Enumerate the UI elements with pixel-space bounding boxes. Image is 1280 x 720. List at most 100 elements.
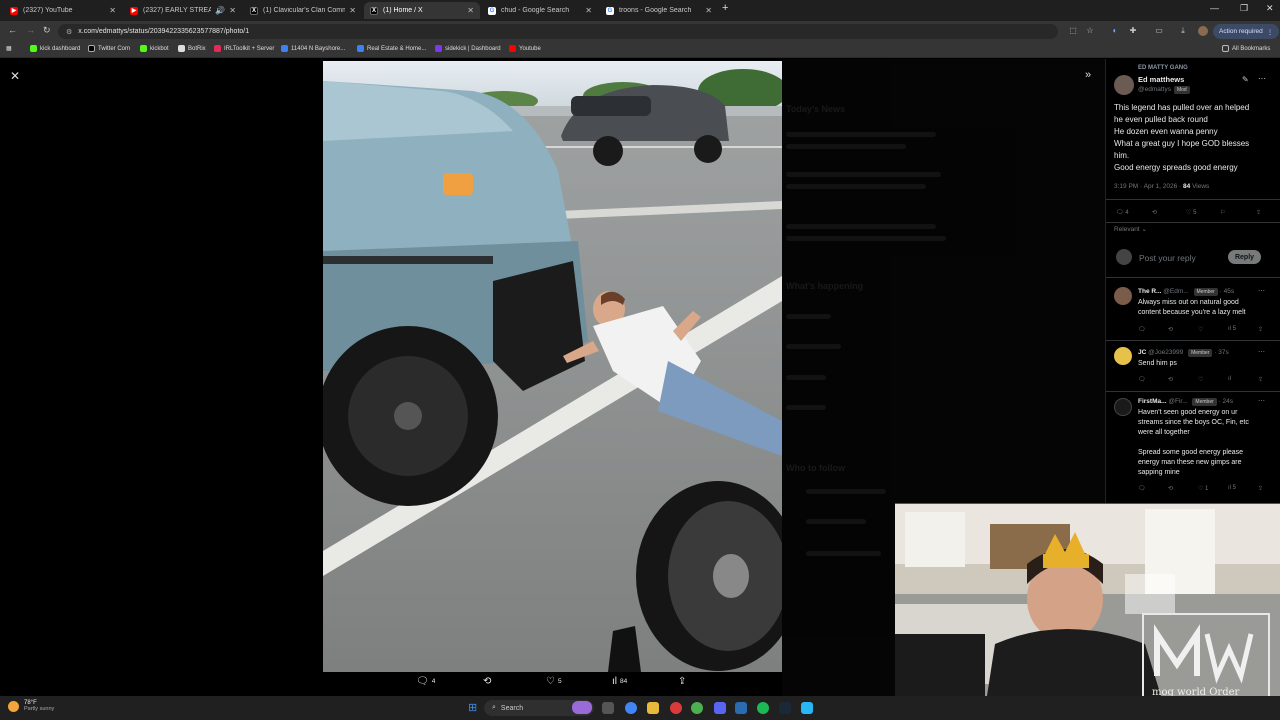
reply-icon[interactable]: 🗨: [1138, 376, 1146, 383]
more-options-icon[interactable]: ⋯: [1258, 397, 1265, 405]
reply-action[interactable]: 🗨 4: [416, 676, 435, 687]
repost-icon[interactable]: ⟲: [1168, 485, 1173, 492]
avatar[interactable]: [1114, 75, 1134, 95]
apps-icon[interactable]: ▦: [6, 45, 12, 52]
app-icon[interactable]: [801, 702, 813, 714]
address-bar[interactable]: ⚙ x.com/edmattys/status/2039422335623577…: [58, 24, 1058, 39]
maximize-icon[interactable]: ❐: [1240, 3, 1248, 14]
sort-dropdown[interactable]: Relevant ⌄: [1114, 225, 1147, 233]
tab-chud-search[interactable]: G chud - Google Search ✕: [482, 2, 598, 19]
avatar[interactable]: [1114, 287, 1132, 305]
repost-icon[interactable]: ⟲: [1168, 326, 1173, 333]
reply-button[interactable]: 🗨 4: [1116, 209, 1141, 216]
back-icon[interactable]: ←: [8, 25, 17, 35]
close-tab-icon[interactable]: ✕: [705, 6, 712, 15]
close-window-icon[interactable]: ✕: [1266, 3, 1274, 14]
spotify-icon[interactable]: [757, 702, 769, 714]
close-icon[interactable]: ✕: [10, 69, 20, 83]
bookmark-star-icon[interactable]: ☆: [1085, 26, 1095, 36]
file-explorer-icon[interactable]: [647, 702, 659, 714]
minimize-icon[interactable]: —: [1210, 3, 1219, 13]
share-icon[interactable]: ⇪: [1258, 485, 1263, 492]
edit-icon[interactable]: ✎: [1242, 75, 1249, 84]
windows-start-icon[interactable]: ⊞: [468, 701, 480, 714]
all-bookmarks[interactable]: All Bookmarks: [1222, 45, 1270, 52]
share-icon[interactable]: ⇪: [1258, 376, 1263, 383]
more-options-icon[interactable]: ⋯: [1258, 348, 1265, 356]
reply-input[interactable]: Post your reply: [1139, 253, 1196, 263]
tab-early-stream[interactable]: ▶ (2327) EARLY STREAM! - Yo 🔊 ✕: [124, 2, 242, 19]
forward-icon[interactable]: →: [26, 25, 35, 35]
bookmark-youtube[interactable]: Youtube: [509, 45, 541, 52]
post-photo[interactable]: [323, 61, 782, 672]
reply-author[interactable]: JC: [1138, 349, 1146, 356]
weather-widget[interactable]: 78°F Partly sunny: [8, 700, 54, 712]
install-icon[interactable]: ⬚: [1068, 26, 1078, 36]
app-icon[interactable]: [670, 702, 682, 714]
views-action[interactable]: ıl 84: [612, 676, 627, 687]
bookmark-bayshore[interactable]: 11404 N Bayshore...: [281, 45, 345, 52]
discord-icon[interactable]: [714, 702, 726, 714]
close-tab-icon[interactable]: ✕: [229, 6, 236, 15]
task-view-icon[interactable]: [602, 702, 614, 714]
repost-button[interactable]: ⟲: [1152, 209, 1157, 216]
bookmark-kick-dashboard[interactable]: kick dashboard: [30, 45, 80, 52]
close-tab-icon[interactable]: ✕: [109, 6, 116, 15]
repost-action[interactable]: ⟲: [483, 676, 494, 687]
author-handle[interactable]: @edmattys: [1138, 86, 1171, 93]
tab-youtube[interactable]: ▶ (2327) YouTube ✕: [4, 2, 122, 19]
browser-icon[interactable]: [691, 702, 703, 714]
speaker-icon[interactable]: 🔊: [215, 6, 225, 15]
repost-icon[interactable]: ⟲: [1168, 376, 1173, 383]
reply-submit-button[interactable]: Reply: [1228, 250, 1261, 264]
download-icon[interactable]: ⤓: [1178, 26, 1188, 36]
like-button[interactable]: ♡ 5: [1186, 209, 1211, 216]
close-tab-icon[interactable]: ✕: [467, 6, 474, 15]
tab-home-x[interactable]: X (1) Home / X ✕: [364, 2, 480, 19]
reply-icon[interactable]: 🗨: [1138, 326, 1146, 333]
heart-icon[interactable]: ♡ 1: [1198, 485, 1208, 492]
calculator-icon[interactable]: [735, 702, 747, 714]
site-info-icon[interactable]: ⚙: [66, 28, 72, 36]
heart-icon[interactable]: ♡: [1198, 326, 1203, 333]
reply-author[interactable]: The R...: [1138, 288, 1161, 295]
tab-clan-community[interactable]: X (1) Clavicular's Clan Communit ✕: [244, 2, 362, 19]
avatar[interactable]: [1114, 398, 1132, 416]
like-action[interactable]: ♡ 5: [546, 676, 562, 687]
split-view-icon[interactable]: ▭: [1154, 26, 1164, 36]
reply-icon[interactable]: 🗨: [1138, 485, 1146, 492]
analytics-icon[interactable]: ıl 5: [1228, 485, 1236, 491]
profile-avatar-icon[interactable]: [1198, 26, 1208, 36]
action-required-button[interactable]: Action required ⋮: [1213, 24, 1280, 39]
bookmark-sidekick[interactable]: sidekick | Dashboard: [435, 45, 501, 52]
more-options-icon[interactable]: ⋯: [1258, 74, 1266, 83]
more-options-icon[interactable]: ⋯: [1258, 287, 1265, 295]
analytics-icon[interactable]: ıl: [1228, 376, 1231, 382]
bookmark-irltoolkit[interactable]: IRLToolkit + Server: [214, 45, 274, 52]
share-icon[interactable]: ⇪: [1256, 209, 1261, 216]
bookmark-twitter-com[interactable]: Twitter Com: [88, 45, 130, 52]
share-action[interactable]: ⇪: [678, 676, 689, 687]
post-timestamp[interactable]: 3:19 PM · Apr 1, 2026 ·: [1114, 183, 1183, 190]
bookmark-botrix[interactable]: BotRix: [178, 45, 206, 52]
expand-panel-icon[interactable]: »: [1085, 69, 1091, 81]
reload-icon[interactable]: ↻: [43, 25, 51, 36]
extensions-icon[interactable]: ✚: [1128, 26, 1138, 36]
author-name[interactable]: Ed matthews: [1138, 75, 1184, 84]
tab-troons-search[interactable]: G troons - Google Search ✕: [600, 2, 718, 19]
avatar[interactable]: [1114, 347, 1132, 365]
bookmark-real-estate[interactable]: Real Estate & Home...: [357, 45, 426, 52]
close-tab-icon[interactable]: ✕: [349, 6, 356, 15]
bookmark-kickbot[interactable]: kickbot: [140, 45, 169, 52]
analytics-icon[interactable]: ıl 5: [1228, 326, 1236, 332]
bookmark-icon[interactable]: ⚐: [1220, 209, 1225, 216]
reply-author[interactable]: FirstMa...: [1138, 398, 1167, 405]
share-icon[interactable]: ⇪: [1258, 326, 1263, 333]
heart-icon[interactable]: ♡: [1198, 376, 1203, 383]
close-tab-icon[interactable]: ✕: [585, 6, 592, 15]
community-name[interactable]: ED MATTY GANG: [1138, 65, 1188, 71]
steam-icon[interactable]: [779, 702, 791, 714]
new-tab-button[interactable]: +: [722, 2, 728, 14]
chrome-icon[interactable]: [625, 702, 637, 714]
extension-icon[interactable]: ◐: [1110, 26, 1120, 36]
